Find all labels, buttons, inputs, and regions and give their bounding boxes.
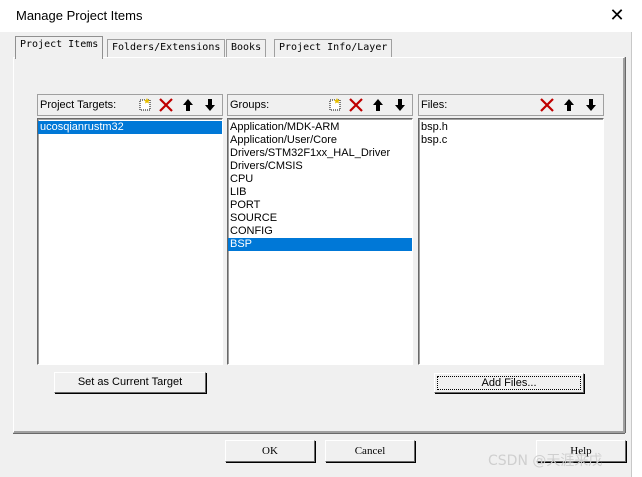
- arrow-up-icon: [373, 99, 383, 111]
- list-item-group[interactable]: BSP: [228, 238, 412, 251]
- list-item-target[interactable]: ucosqianrustm32: [38, 121, 222, 134]
- new-item-icon: [139, 98, 151, 111]
- delete-icon: [540, 98, 554, 112]
- add-files-button[interactable]: Add Files...: [434, 373, 584, 393]
- files-list[interactable]: bsp.h bsp.c: [418, 118, 604, 365]
- groups-list[interactable]: Application/MDK-ARM Application/User/Cor…: [227, 118, 413, 365]
- new-target-button[interactable]: [136, 96, 154, 114]
- list-item-group[interactable]: SOURCE: [228, 212, 412, 225]
- tab-project-info-layer[interactable]: Project Info/Layer: [274, 39, 393, 57]
- list-item-group[interactable]: CPU: [228, 173, 412, 186]
- move-target-down-button[interactable]: [201, 96, 219, 114]
- list-item-file[interactable]: bsp.h: [419, 121, 603, 134]
- arrow-down-icon: [205, 99, 215, 111]
- tab-books[interactable]: Books: [226, 39, 267, 57]
- delete-icon: [159, 98, 173, 112]
- new-group-button[interactable]: [326, 96, 344, 114]
- ok-button[interactable]: OK: [225, 440, 315, 462]
- move-file-down-button[interactable]: [582, 96, 600, 114]
- set-as-current-target-button[interactable]: Set as Current Target: [54, 372, 206, 393]
- arrow-down-icon: [395, 99, 405, 111]
- groups-label: Groups:: [230, 99, 270, 111]
- background-window-edge: [632, 0, 642, 477]
- arrow-up-icon: [564, 99, 574, 111]
- delete-target-button[interactable]: [157, 96, 175, 114]
- list-item-group[interactable]: CONFIG: [228, 225, 412, 238]
- list-item-group[interactable]: Application/MDK-ARM: [228, 121, 412, 134]
- arrow-up-icon: [183, 99, 193, 111]
- watermark: CSDN @天涯来戊: [488, 453, 603, 469]
- cancel-button[interactable]: Cancel: [325, 440, 415, 462]
- new-item-icon: [329, 98, 341, 111]
- list-item-group[interactable]: LIB: [228, 186, 412, 199]
- delete-group-button[interactable]: [347, 96, 365, 114]
- delete-icon: [349, 98, 363, 112]
- move-target-up-button[interactable]: [179, 96, 197, 114]
- targets-list[interactable]: ucosqianrustm32: [37, 118, 223, 365]
- delete-file-button[interactable]: [538, 96, 556, 114]
- files-label: Files:: [421, 99, 448, 111]
- move-group-up-button[interactable]: [369, 96, 387, 114]
- list-item-group[interactable]: Drivers/CMSIS: [228, 160, 412, 173]
- list-item-group[interactable]: Drivers/STM32F1xx_HAL_Driver: [228, 147, 412, 160]
- targets-label: Project Targets:: [40, 99, 117, 111]
- list-item-file[interactable]: bsp.c: [419, 134, 603, 147]
- move-group-down-button[interactable]: [391, 96, 409, 114]
- arrow-down-icon: [586, 99, 596, 111]
- list-item-group[interactable]: PORT: [228, 199, 412, 212]
- tab-project-items[interactable]: Project Items: [15, 36, 104, 59]
- window-title: Manage Project Items: [16, 8, 143, 23]
- list-item-group[interactable]: Application/User/Core: [228, 134, 412, 147]
- tab-folders-extensions[interactable]: Folders/Extensions: [107, 39, 226, 57]
- move-file-up-button[interactable]: [560, 96, 578, 114]
- close-icon[interactable]: ✕: [604, 3, 630, 29]
